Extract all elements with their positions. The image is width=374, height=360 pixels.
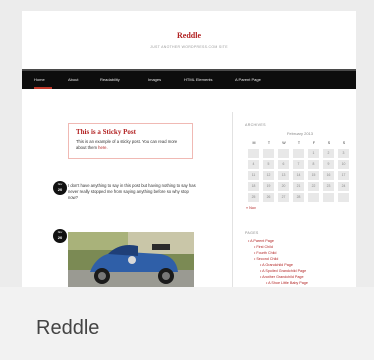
calendar-day: 20 [278,182,289,191]
sticky-post-title: This is a Sticky Post [76,128,136,136]
calendar-day: 23 [323,182,334,191]
calendar-weekday: S [342,141,346,145]
theme-preview[interactable]: Reddle JUST ANOTHER WORDPRESS.COM SITE H… [0,0,374,287]
calendar-day: 12 [263,171,274,180]
archives-heading: ARCHIVES [245,123,266,127]
calendar-day: 11 [248,171,259,180]
nav-item-about: About [68,77,79,82]
page-link: • A Spoiled Grandchild Page [260,269,307,273]
calendar-day: 13 [278,171,289,180]
pages-heading: PAGES [245,231,259,235]
calendar-day: 25 [248,193,259,202]
nav-active-indicator [34,87,52,89]
calendar-day: 3 [338,149,349,158]
nav-item-home: Home [34,77,45,82]
theme-name[interactable]: Reddle [36,317,99,340]
nav-item-html-elements: HTML Elements [184,77,213,82]
calendar-day [278,149,289,158]
calendar-weekday: T [267,141,271,145]
calendar-day: 19 [263,182,274,191]
calendar-day: 14 [293,171,304,180]
sticky-post-body: This is an example of a sticky post. You… [76,139,178,150]
post-excerpt: I don't have anything to say in this pos… [68,183,196,200]
calendar-day [338,193,349,202]
post-date-badge: Nov 20 [53,229,67,243]
nav-item-readability: Readability [100,77,120,82]
calendar-day: 10 [338,160,349,169]
post-date-month: Nov [57,231,63,234]
calendar-day [323,193,334,202]
calendar-weekday: M [252,141,256,145]
calendar-day: 17 [338,171,349,180]
calendar-weekday: F [312,141,316,145]
theme-screenshot: Reddle JUST ANOTHER WORDPRESS.COM SITE H… [22,11,356,287]
page-link: • Fourth Child [254,251,277,255]
calendar-day: 6 [278,160,289,169]
calendar-day [308,193,319,202]
calendar-day [263,149,274,158]
scooter-photo-icon [68,232,194,287]
post-date-badge: Nov 20 [53,181,67,195]
calendar-day: 24 [338,182,349,191]
calendar-day: 28 [293,193,304,202]
nav-item-parent-page: A Parent Page [235,77,261,82]
post-featured-image [68,232,194,287]
sticky-post-link: here. [98,145,108,150]
sticky-post: This is a Sticky Post This is an example… [68,123,193,159]
site-title: Reddle [177,31,201,40]
calendar-day: 1 [308,149,319,158]
page-link: • Second Child [254,257,279,261]
calendar-day: 27 [278,193,289,202]
page-link: • Another Grandchild Page [260,275,304,279]
calendar-day [293,149,304,158]
calendar-day: 18 [248,182,259,191]
calendar-day: 26 [263,193,274,202]
calendar-day: 5 [263,160,274,169]
calendar-weekday: W [282,141,286,145]
calendar-day: 9 [323,160,334,169]
calendar-day: 21 [293,182,304,191]
calendar-day: 16 [323,171,334,180]
calendar-day: 8 [308,160,319,169]
page-link: • First Child [254,245,273,249]
content-area: This is a Sticky Post This is an example… [22,91,356,287]
calendar-day [248,149,259,158]
post-date-day: 20 [57,187,63,192]
nav-bar: Home About Readability Images HTML Eleme… [22,69,356,89]
calendar-day: 4 [248,160,259,169]
nav-item-images: Images [148,77,162,82]
calendar-day: 15 [308,171,319,180]
sidebar-divider [232,112,233,287]
calendar-weekday: T [297,141,301,145]
calendar-caption: February 2013 [286,131,313,136]
theme-card[interactable]: Reddle JUST ANOTHER WORDPRESS.COM SITE H… [0,0,374,360]
post-date-month: Nov [57,183,63,186]
calendar-prev-link: « Nov [246,206,256,210]
theme-caption[interactable]: Reddle [0,287,374,360]
page-link: • A Parent Page [248,239,274,243]
post-date-day: 20 [57,235,63,240]
sticky-post-text: This is an example of a sticky post. You… [76,139,188,151]
calendar-weekday: S [327,141,331,145]
calendar-day: 7 [293,160,304,169]
calendar-day: 2 [323,149,334,158]
site-description: JUST ANOTHER WORDPRESS.COM SITE [150,45,228,49]
page-link: • A Grandchild Page [260,263,293,267]
page-link: • A Shoe Little Baby Page [266,281,308,285]
calendar-day: 22 [308,182,319,191]
